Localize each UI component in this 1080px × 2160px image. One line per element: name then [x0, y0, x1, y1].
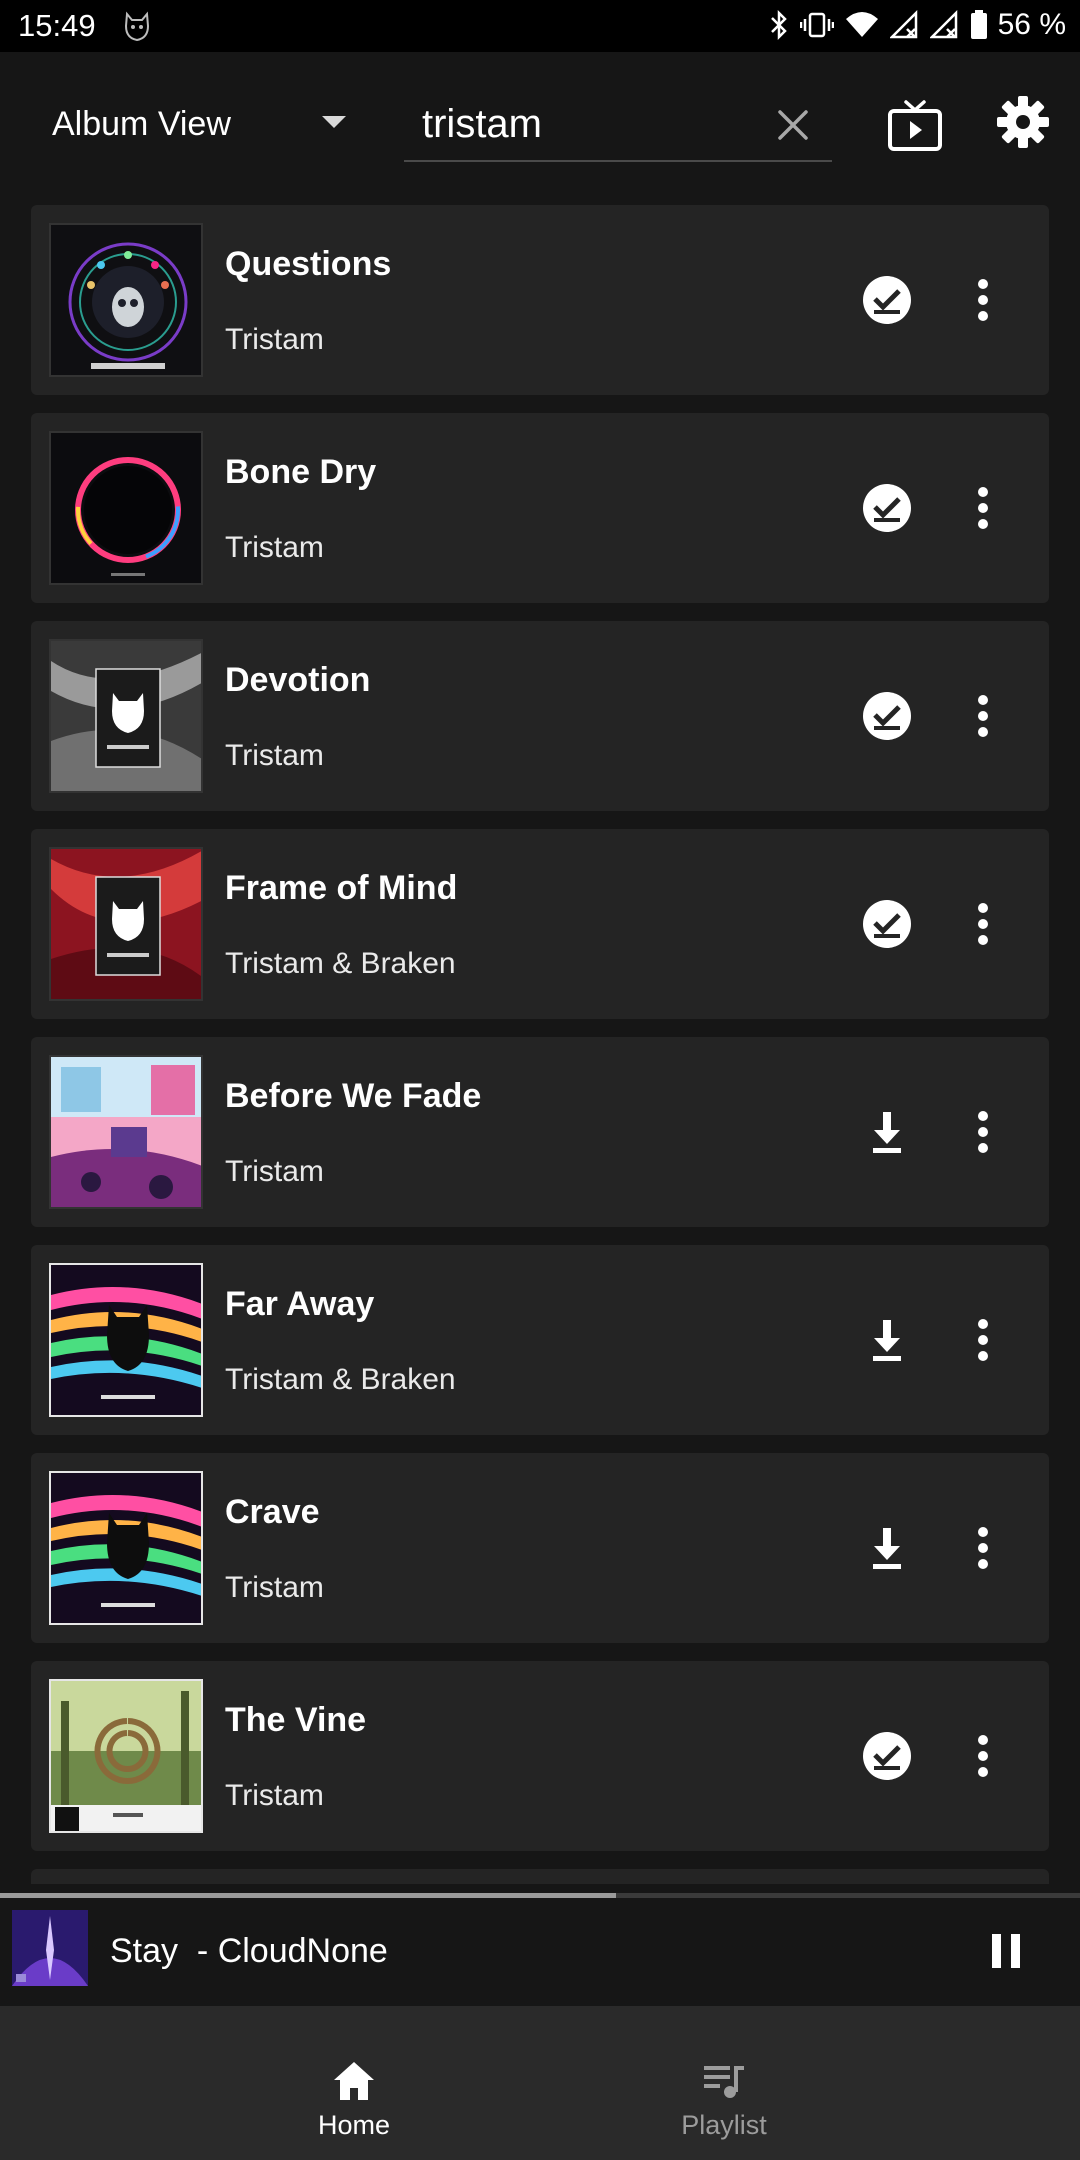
close-icon[interactable]: [770, 102, 816, 148]
track-card-partial[interactable]: [31, 1869, 1049, 1884]
signal-icon-1: [889, 9, 917, 39]
nav-home[interactable]: Home: [244, 2006, 464, 2160]
more-vert-icon[interactable]: [963, 1104, 1003, 1160]
album-cover: [49, 1679, 203, 1833]
bottom-navigation: Home Playlist: [0, 2006, 1080, 2160]
download-icon[interactable]: [859, 1312, 915, 1368]
track-artist: Tristam & Braken: [225, 1363, 456, 1396]
nav-playlist[interactable]: Playlist: [614, 2006, 834, 2160]
track-title: Frame of Mind: [225, 869, 458, 907]
download-icon[interactable]: [859, 1520, 915, 1576]
album-cover: [49, 639, 203, 793]
track-artist: Tristam & Braken: [225, 947, 456, 980]
nav-home-label: Home: [317, 2110, 391, 2140]
nav-playlist-label: Playlist: [681, 2110, 767, 2140]
track-card[interactable]: Far Away Tristam & Braken: [31, 1245, 1049, 1435]
signal-icon-2: [929, 9, 957, 39]
downloaded-check-circle-icon[interactable]: [859, 896, 915, 952]
album-cover: [49, 223, 203, 377]
cast-icon[interactable]: [884, 94, 946, 156]
track-card[interactable]: Devotion Tristam: [31, 621, 1049, 811]
track-artist: Tristam: [225, 1779, 324, 1812]
wifi-icon: [845, 12, 878, 37]
battery-percentage: 56 %: [997, 8, 1066, 41]
track-title: Crave: [225, 1493, 320, 1531]
track-card[interactable]: Bone Dry Tristam: [31, 413, 1049, 603]
downloaded-check-circle-icon[interactable]: [859, 688, 915, 744]
now-playing-cover: [12, 1910, 88, 1986]
battery-icon: [970, 10, 987, 39]
track-card[interactable]: Before We Fade Tristam: [31, 1037, 1049, 1227]
track-artist: Tristam: [225, 1155, 324, 1188]
playlist-icon: [704, 2066, 744, 2098]
album-cover: [49, 1263, 203, 1417]
track-artist: Tristam: [225, 739, 324, 772]
track-artist: Tristam: [225, 323, 324, 356]
downloaded-check-circle-icon[interactable]: [859, 272, 915, 328]
track-title: The Vine: [225, 1701, 367, 1739]
track-card[interactable]: Questions Tristam: [31, 205, 1049, 395]
track-card[interactable]: Crave Tristam: [31, 1453, 1049, 1643]
album-cover: [49, 1055, 203, 1209]
album-cover: [49, 431, 203, 585]
track-title: Bone Dry: [225, 453, 377, 491]
downloaded-check-circle-icon[interactable]: [859, 480, 915, 536]
track-title: Before We Fade: [225, 1077, 482, 1115]
app-notification-icon: [124, 11, 150, 42]
mini-player[interactable]: Stay - CloudNone: [0, 1898, 1080, 2006]
track-list[interactable]: Questions Tristam Bone Dry Tristam Devot…: [0, 192, 1080, 1884]
more-vert-icon[interactable]: [963, 272, 1003, 328]
status-time: 15:49: [18, 8, 96, 43]
view-mode-dropdown[interactable]: Album View: [52, 96, 352, 152]
track-title: Questions: [225, 245, 392, 283]
more-vert-icon[interactable]: [963, 480, 1003, 536]
bluetooth-icon: [770, 9, 787, 41]
pause-icon[interactable]: [986, 1928, 1026, 1974]
search-field[interactable]: tristam: [404, 92, 832, 162]
track-artist: Tristam: [225, 1571, 324, 1604]
more-vert-icon[interactable]: [963, 688, 1003, 744]
vibrate-icon: [799, 12, 834, 38]
view-mode-label: Album View: [52, 104, 231, 143]
more-vert-icon[interactable]: [963, 1728, 1003, 1784]
track-title: Devotion: [225, 661, 371, 699]
more-vert-icon[interactable]: [963, 1312, 1003, 1368]
more-vert-icon[interactable]: [963, 1520, 1003, 1576]
track-card[interactable]: The Vine Tristam: [31, 1661, 1049, 1851]
home-icon: [334, 2062, 374, 2100]
download-icon[interactable]: [859, 1104, 915, 1160]
status-bar: 15:49 56 %: [0, 0, 1080, 52]
track-artist: Tristam: [225, 531, 324, 564]
album-cover: [49, 1471, 203, 1625]
album-cover: [49, 847, 203, 1001]
header: Album View tristam: [0, 52, 1080, 192]
search-input[interactable]: tristam: [422, 102, 542, 147]
track-title: Far Away: [225, 1285, 375, 1323]
settings-gear-icon[interactable]: [995, 94, 1051, 150]
more-vert-icon[interactable]: [963, 896, 1003, 952]
track-card[interactable]: Frame of Mind Tristam & Braken: [31, 829, 1049, 1019]
status-icons: 56 %: [768, 8, 1066, 42]
downloaded-check-circle-icon[interactable]: [859, 1728, 915, 1784]
now-playing-title: Stay - CloudNone: [110, 1932, 388, 1970]
dropdown-arrow-icon: [322, 116, 346, 128]
